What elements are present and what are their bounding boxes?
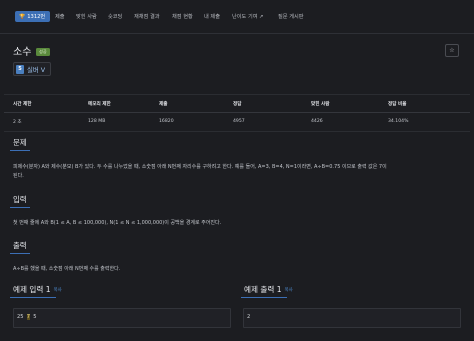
sample-output-underline: [241, 297, 287, 298]
star-icon[interactable]: ☆: [445, 44, 459, 57]
section-problem-title: 문제: [13, 138, 27, 147]
tab-difficulty-contribution[interactable]: 난이도 기여 ↗: [232, 13, 264, 20]
problem-description-cont: 된다.: [13, 173, 24, 179]
sample-output-value: 2: [247, 314, 251, 320]
copy-output-link[interactable]: 복사: [285, 288, 293, 293]
problem-info-table: 시간 제한 메모리 제한 제출 정답 맞힌 사람 정답 비율 2 초 128 M…: [4, 94, 470, 132]
section-output-underline: [10, 253, 30, 254]
header-accepted: 정답: [233, 102, 242, 107]
problem-tab-bar: 🏆 1312번 제출 맞힌 사람 숏코딩 재채점 결과 채점 현황 내 제출 난이…: [0, 0, 474, 34]
tab-solved-users[interactable]: 맞힌 사람: [76, 13, 97, 20]
sample-output-box[interactable]: 2: [243, 308, 461, 328]
sample-output-title: 예제 출력 1 복사: [244, 285, 293, 294]
table-header-row: 시간 제한 메모리 제한 제출 정답 맞힌 사람 정답 비율: [4, 94, 470, 113]
sample-input-title: 예제 입력 1 복사: [13, 285, 62, 294]
highlighted-token: 7: [26, 314, 30, 320]
tier-icon: 5: [16, 64, 24, 74]
section-input-underline: [10, 207, 30, 208]
header-submissions: 제출: [159, 102, 168, 107]
header-time-limit: 시간 제한: [13, 102, 32, 107]
sample-input-value: 25 7 5: [17, 314, 37, 320]
problem-title: 소수: [13, 47, 32, 58]
external-link-icon: ↗: [257, 14, 264, 20]
sample-input-underline: [10, 297, 56, 298]
status-badge: 성공: [36, 48, 50, 56]
sample-input-box[interactable]: 25 7 5: [13, 308, 231, 328]
tab-submit[interactable]: 제출: [55, 13, 65, 20]
value-time-limit: 2 초: [13, 120, 22, 125]
value-accept-ratio: 34.104%: [388, 119, 409, 124]
tab-short-coding[interactable]: 숏코딩: [108, 13, 122, 20]
header-accept-ratio: 정답 비율: [388, 102, 407, 107]
tab-question-board[interactable]: 질문 게시판: [278, 13, 304, 20]
table-row: 2 초 128 MB 16820 4957 4426 34.104%: [4, 113, 470, 132]
value-solved-users: 4426: [311, 119, 323, 124]
tab-my-submissions[interactable]: 내 제출: [204, 13, 220, 20]
input-description: 첫 번째 줄에 A와 B(1 ≤ A, B ≤ 100,000), N(1 ≤ …: [13, 220, 222, 226]
copy-input-link[interactable]: 복사: [54, 288, 62, 293]
tier-label: 실버 V: [27, 65, 46, 74]
section-problem-underline: [10, 150, 30, 151]
value-memory-limit: 128 MB: [88, 119, 106, 124]
problem-description: 피제수(분자) A와 제수(분모) B가 있다. 두 수를 나누었을 때, 소숫…: [13, 164, 387, 170]
value-accepted: 4957: [233, 119, 245, 124]
header-memory-limit: 메모리 제한: [88, 102, 111, 107]
tab-rejudge-results[interactable]: 재채점 결과: [134, 13, 160, 20]
tier-badge[interactable]: 5 실버 V: [13, 62, 52, 76]
tab-status[interactable]: 채점 현황: [172, 13, 193, 20]
section-output-title: 출력: [13, 241, 27, 250]
value-submissions: 16820: [159, 119, 174, 124]
header-solved-users: 맞힌 사람: [311, 102, 330, 107]
trophy-icon: 🏆: [19, 14, 26, 20]
output-description: A÷B를 했을 때, 소숫점 아래 N번째 수를 출력한다.: [13, 266, 121, 272]
section-input-title: 입력: [13, 195, 27, 204]
tab-problem-number[interactable]: 🏆 1312번: [15, 11, 51, 22]
